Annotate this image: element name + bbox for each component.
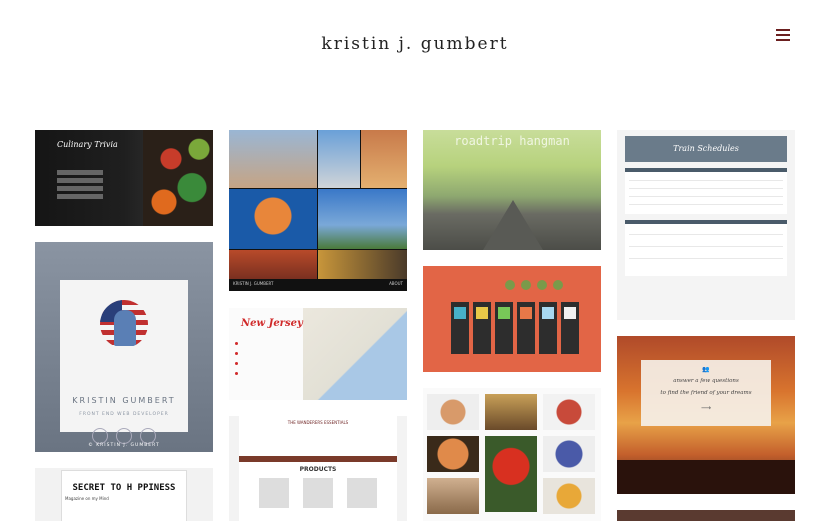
trivia-button [57, 186, 103, 191]
tile-title: Train Schedules [673, 144, 739, 153]
food-photo [427, 478, 479, 514]
avatar [100, 300, 148, 348]
food-photo [427, 436, 479, 472]
food-photo [543, 478, 595, 514]
food-photo [485, 394, 537, 430]
tile-title: roadtrip hangman [454, 134, 570, 148]
project-tile-friend-finder[interactable]: 👥 answer a few questions to find the fri… [617, 336, 795, 494]
project-tile-secret-to-happiness[interactable]: SECRET TO H PPINESS Magazine on my Mind [35, 468, 213, 521]
people-icon: 👥 [702, 366, 710, 373]
tile-subtitle: Magazine on my Mind [65, 496, 109, 501]
trivia-button [57, 178, 103, 183]
project-tile-culinary-trivia[interactable]: Culinary Trivia [35, 130, 213, 226]
project-tile-train-schedules[interactable]: Train Schedules [617, 130, 795, 320]
add-train-form [625, 220, 787, 276]
tile-title: New Jersey [241, 318, 303, 329]
road-image [483, 200, 543, 250]
bridge-photo [229, 250, 317, 279]
site-title[interactable]: kristin j. gumbert [0, 34, 830, 54]
store-logo: THE WANDERERS ESSENTIALS [287, 420, 349, 425]
trivia-button [57, 194, 103, 199]
profile-footer: © KRISTIN J. GUMBERT [88, 443, 160, 448]
linkedin-icon [140, 428, 156, 444]
wharf-photo [229, 189, 317, 249]
wifi-icon [235, 372, 238, 375]
coin-icon [537, 280, 547, 290]
product-thumb [259, 478, 289, 508]
product-thumb [303, 478, 333, 508]
coin-icon [521, 280, 531, 290]
arrow-icon: ⟶ [700, 404, 712, 412]
profile-card: KRISTIN GUMBERT FRONT END WEB DEVELOPER [60, 280, 188, 444]
project-tile-portfolio[interactable]: KRISTIN GUMBERT FRONT END WEB DEVELOPER … [35, 242, 213, 452]
profile-role: FRONT END WEB DEVELOPER [79, 412, 169, 417]
tower-photo [318, 130, 360, 188]
tile-title: Culinary Trivia [57, 140, 118, 149]
tile-title: SECRET TO H PPINESS [72, 483, 176, 493]
site-footer-left: KRISTIN J. GUMBERT [233, 281, 274, 286]
question-line-2: to find the friend of your dreams [660, 390, 752, 396]
wifi-icon [235, 352, 238, 355]
project-tile-wanderers[interactable]: THE WANDERERS ESSENTIALS PRODUCTS [229, 416, 407, 521]
wifi-icon [235, 342, 238, 345]
coit-tower-photo [318, 189, 407, 249]
store-page: THE WANDERERS ESSENTIALS PRODUCTS [239, 416, 397, 521]
city-skyline [617, 460, 795, 494]
trivia-button [57, 170, 103, 175]
project-tile-partial[interactable] [617, 510, 795, 521]
food-photo [427, 394, 479, 430]
coin-icon [553, 280, 563, 290]
nav-bar [239, 456, 397, 462]
food-photo [543, 436, 595, 472]
project-tile-food-grid[interactable] [423, 388, 601, 521]
food-photo [543, 394, 595, 430]
about-link: ABOUT [389, 281, 403, 286]
food-photo [485, 436, 537, 512]
project-tile-arcade[interactable] [423, 266, 601, 372]
houses-photo [361, 130, 407, 188]
hamburger-menu-icon[interactable] [776, 28, 792, 42]
theater-photo [318, 250, 407, 279]
product-thumb [347, 478, 377, 508]
coin-icon [505, 280, 515, 290]
city-photo [229, 130, 317, 188]
mail-icon [116, 428, 132, 444]
github-icon [92, 428, 108, 444]
project-tile-san-francisco[interactable]: KRISTIN J. GUMBERT ABOUT [229, 130, 407, 291]
schedule-table [625, 168, 787, 214]
products-heading: PRODUCTS [299, 466, 337, 473]
wifi-icon [235, 362, 238, 365]
question-line-1: answer a few questions [673, 378, 739, 384]
project-tile-new-jersey[interactable]: New Jersey [229, 308, 407, 400]
project-tile-roadtrip-hangman[interactable]: roadtrip hangman [423, 130, 601, 250]
profile-name: KRISTIN GUMBERT [72, 396, 176, 405]
